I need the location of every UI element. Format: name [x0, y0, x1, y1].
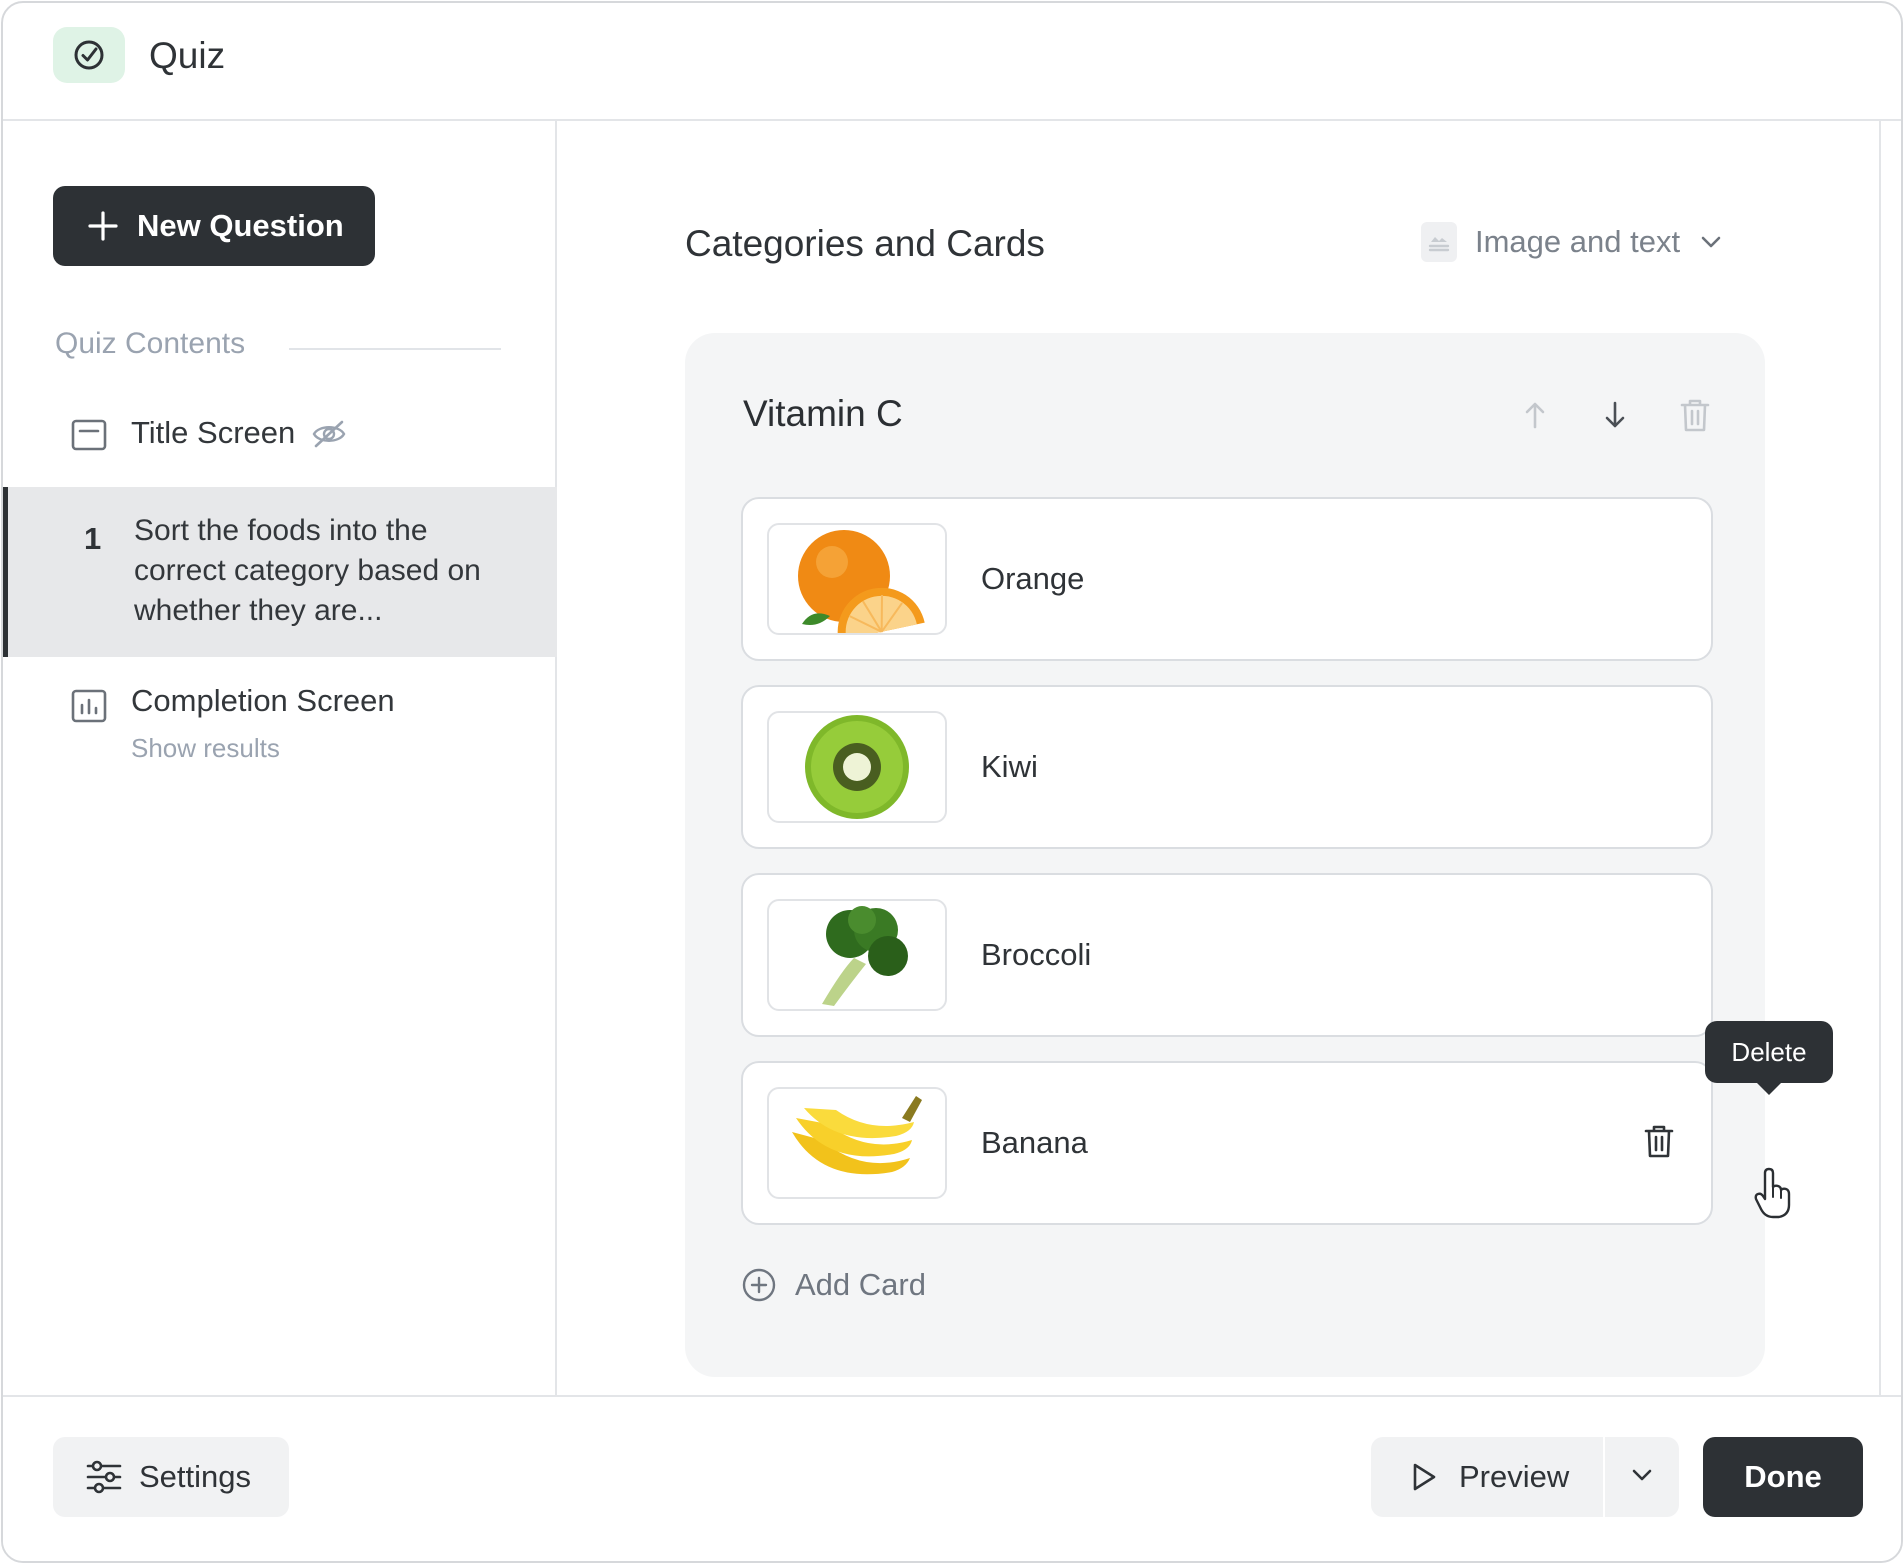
sliders-icon [85, 1460, 123, 1494]
chevron-down-icon [1631, 1468, 1653, 1487]
card-label[interactable]: Orange [981, 561, 1084, 597]
arrow-up-icon[interactable] [1517, 395, 1553, 435]
check-circle-icon [53, 27, 125, 83]
card-label[interactable]: Banana [981, 1125, 1088, 1161]
quiz-contents-heading: Quiz Contents [55, 327, 246, 360]
arrow-down-icon[interactable] [1597, 395, 1633, 435]
plus-icon [87, 210, 119, 242]
sidebar-item-label: Title Screen [131, 415, 296, 450]
sidebar-item-completion-screen[interactable]: Completion Screen Show results [3, 669, 557, 779]
card-item[interactable]: Broccoli [741, 873, 1713, 1037]
page-title: Categories and Cards [685, 223, 1045, 264]
card-label[interactable]: Kiwi [981, 749, 1038, 785]
sidebar: New Question Quiz Contents Title Screen … [3, 121, 557, 1395]
chart-icon [71, 689, 107, 728]
header: Quiz [3, 3, 1901, 121]
orange-image [767, 523, 947, 635]
sidebar-item-label: Completion Screen [131, 683, 395, 718]
new-question-label: New Question [137, 208, 344, 243]
category-name[interactable]: Vitamin C [743, 393, 903, 435]
card-mode-value: Image and text [1475, 224, 1681, 259]
preview-options-button[interactable] [1605, 1437, 1679, 1517]
done-button[interactable]: Done [1703, 1437, 1863, 1517]
add-card-label: Add Card [795, 1267, 926, 1302]
footer: Settings Preview Done [3, 1395, 1901, 1561]
category-actions [1517, 395, 1713, 435]
sidebar-item-question-1[interactable]: 1 Sort the foods into the correct catego… [3, 487, 557, 657]
preview-label: Preview [1459, 1459, 1570, 1494]
question-text: Sort the foods into the correct category… [134, 514, 481, 627]
category-panel: Vitamin C Orange Kiwi Broccoli Banana De… [685, 333, 1833, 1377]
kiwi-image [767, 711, 947, 823]
quiz-editor-window: Quiz New Question Quiz Contents Title Sc… [1, 1, 1903, 1563]
image-icon [1421, 222, 1457, 262]
main-panel: Categories and Cards Image and text Vita… [571, 121, 1881, 1395]
card-label[interactable]: Broccoli [981, 937, 1091, 973]
card-mode-select[interactable]: Image and text [1421, 217, 1722, 267]
settings-label: Settings [139, 1459, 252, 1494]
broccoli-image [767, 899, 947, 1011]
card-item[interactable]: Kiwi [741, 685, 1713, 849]
card-item[interactable]: Banana [741, 1061, 1713, 1225]
app-title: Quiz [149, 35, 226, 76]
delete-tooltip: Delete [1705, 1021, 1833, 1095]
plus-circle-icon [741, 1267, 777, 1303]
hand-cursor-icon [1753, 1167, 1793, 1224]
eye-off-icon [311, 419, 347, 454]
sidebar-item-sublabel: Show results [131, 733, 280, 763]
new-question-button[interactable]: New Question [53, 186, 375, 266]
chevron-down-icon [1700, 235, 1722, 249]
card-item[interactable]: Orange [741, 497, 1713, 661]
trash-icon[interactable] [1643, 1123, 1675, 1159]
question-number: 1 [84, 521, 102, 556]
banana-image [767, 1087, 947, 1199]
trash-icon[interactable] [1677, 395, 1713, 435]
settings-button[interactable]: Settings [53, 1437, 289, 1517]
divider [289, 348, 501, 350]
add-card-button[interactable]: Add Card [741, 1267, 926, 1303]
preview-button[interactable]: Preview [1371, 1437, 1605, 1517]
sidebar-item-title-screen[interactable]: Title Screen [3, 399, 557, 469]
preview-split-button: Preview [1371, 1437, 1679, 1517]
play-icon [1411, 1462, 1437, 1492]
layout-icon [71, 419, 107, 456]
